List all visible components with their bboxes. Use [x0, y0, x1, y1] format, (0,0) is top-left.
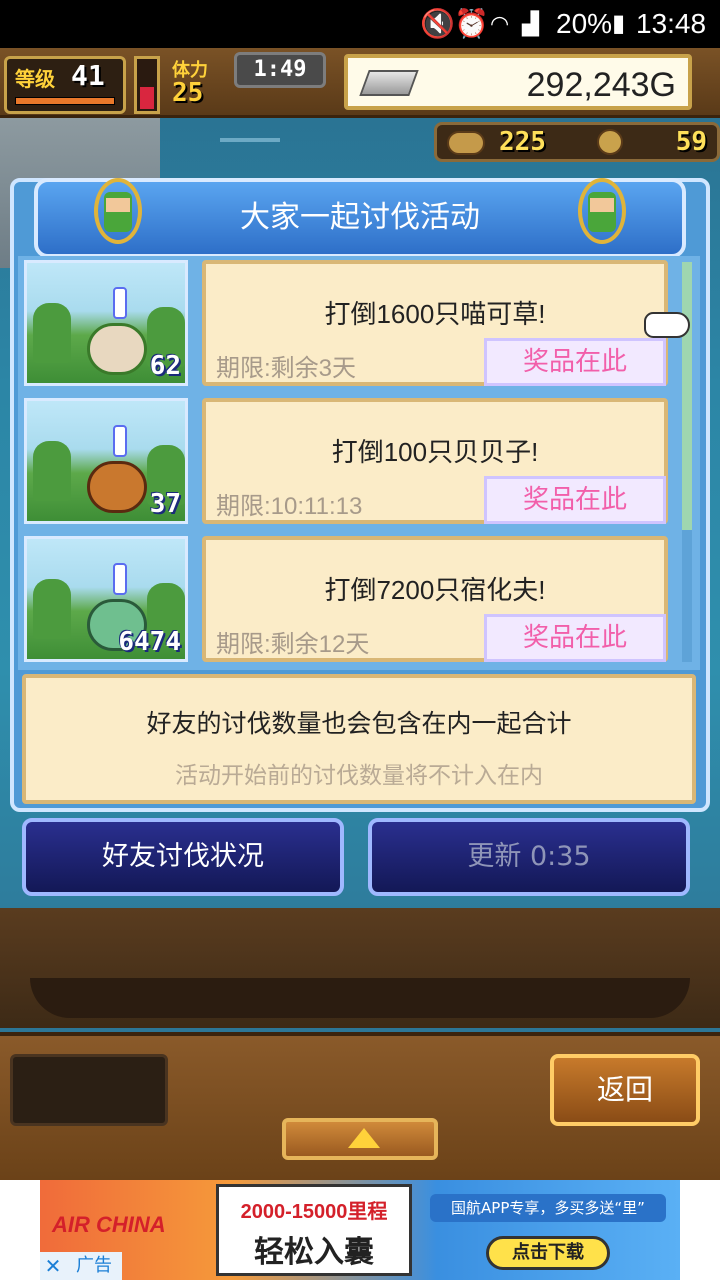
kill-count: 37 [149, 489, 181, 519]
gold-panel: 292,243G [344, 54, 692, 110]
gold-amount: 292,243G [526, 66, 676, 104]
info-text-primary: 好友的讨伐数量也会包含在内一起合计 [146, 710, 572, 738]
event-title: 打倒100只贝贝子! [331, 437, 539, 467]
event-card: 打倒1600只喵可草! 期限:剩余3天 奖品在此 [202, 260, 668, 386]
grass-monster-icon [87, 323, 147, 375]
refresh-button[interactable]: 更新 0:35 [368, 818, 690, 896]
ad-promo: 国航APP专享，多买多送“里” [430, 1194, 666, 1222]
kill-count: 6474 [118, 627, 181, 657]
expand-menu-button[interactable] [282, 1118, 438, 1160]
level-label: 等级 [15, 67, 55, 91]
ad-slogan: 轻松入囊 [254, 1235, 374, 1270]
clock: 13:48 [636, 8, 707, 39]
resource-bar: 225 59 [434, 122, 720, 162]
event-card: 打倒100只贝贝子! 期限:10:11:13 奖品在此 [202, 398, 668, 524]
empty-slot [10, 1054, 168, 1126]
battery-level: 20% [556, 8, 613, 39]
stamina-fill [140, 87, 154, 109]
mute-icon: 🔇 [420, 8, 455, 39]
info-box: 好友的讨伐数量也会包含在内一起合计 活动开始前的讨伐数量将不计入在内 [22, 674, 696, 804]
level-value: 41 [71, 59, 105, 92]
experience-bar [15, 97, 115, 105]
back-button[interactable]: 返回 [550, 1054, 700, 1126]
battery-icon: ▮ [612, 10, 626, 37]
ship-hull [30, 978, 690, 1018]
resource-1-value: 225 [499, 127, 546, 157]
friends-status-button[interactable]: 好友讨伐状况 [22, 818, 344, 896]
silver-ingot-icon [359, 70, 419, 96]
archer-mascot-icon [88, 178, 148, 248]
scroll-thumb[interactable] [682, 262, 692, 530]
list-item[interactable]: 6474 打倒7200只宿化夫! 期限:剩余12天 奖品在此 [18, 532, 700, 666]
event-deadline: 期限:剩余12天 [216, 631, 370, 658]
event-list[interactable]: 62 打倒1600只喵可草! 期限:剩余3天 奖品在此 37 打倒100只贝贝子… [18, 256, 700, 670]
event-thumbnail: 62 [24, 260, 188, 386]
status-bar: 🔇 ⏰ ◠ ▟ 20% ▮ 13:48 [0, 0, 720, 48]
event-card: 打倒7200只宿化夫! 期限:剩余12天 奖品在此 [202, 536, 668, 662]
ad-download-button[interactable]: 点击下载 [486, 1236, 610, 1270]
wifi-icon: ◠ [490, 11, 510, 36]
event-thumbnail: 6474 [24, 536, 188, 662]
prize-button[interactable]: 奖品在此 [484, 338, 666, 386]
exclamation-icon [113, 425, 127, 457]
event-deadline: 期限:剩余3天 [216, 355, 357, 382]
shell-monster-icon [87, 461, 147, 513]
list-item[interactable]: 37 打倒100只贝贝子! 期限:10:11:13 奖品在此 [18, 394, 700, 528]
pointing-hand-icon [644, 312, 690, 338]
stamina-timer: 1:49 [234, 52, 326, 88]
level-panel: 等级 41 [4, 56, 126, 114]
event-deadline: 期限:10:11:13 [216, 493, 363, 520]
prize-button[interactable]: 奖品在此 [484, 614, 666, 662]
exclamation-icon [113, 287, 127, 319]
alarm-icon: ⏰ [454, 8, 489, 39]
resource-2-value: 59 [675, 127, 707, 157]
prize-button[interactable]: 奖品在此 [484, 476, 666, 524]
up-arrow-icon [348, 1128, 380, 1148]
signal-icon: ▟ [522, 11, 539, 36]
kill-count: 62 [149, 351, 181, 381]
ad-label: 广告 [66, 1252, 122, 1280]
ad-miles: 2000-15000里程 [240, 1201, 388, 1223]
ad-brand: AIR CHINA [52, 1212, 166, 1237]
event-title: 打倒1600只喵可草! [324, 299, 546, 329]
list-item[interactable]: 62 打倒1600只喵可草! 期限:剩余3天 奖品在此 [18, 256, 700, 390]
medal-icon [597, 129, 623, 155]
stamina-value: 25 [172, 78, 204, 108]
exclamation-icon [113, 563, 127, 595]
ad-offer-box: 2000-15000里程 轻松入囊 [216, 1184, 412, 1276]
archer-mascot-icon [572, 178, 632, 248]
stamina-gauge [134, 56, 160, 114]
ad-close-icon[interactable]: ✕ [40, 1252, 66, 1280]
event-thumbnail: 37 [24, 398, 188, 524]
wood-log-icon [447, 131, 485, 155]
info-text-secondary: 活动开始前的讨伐数量将不计入在内 [175, 762, 543, 788]
event-title: 打倒7200只宿化夫! [324, 575, 546, 605]
